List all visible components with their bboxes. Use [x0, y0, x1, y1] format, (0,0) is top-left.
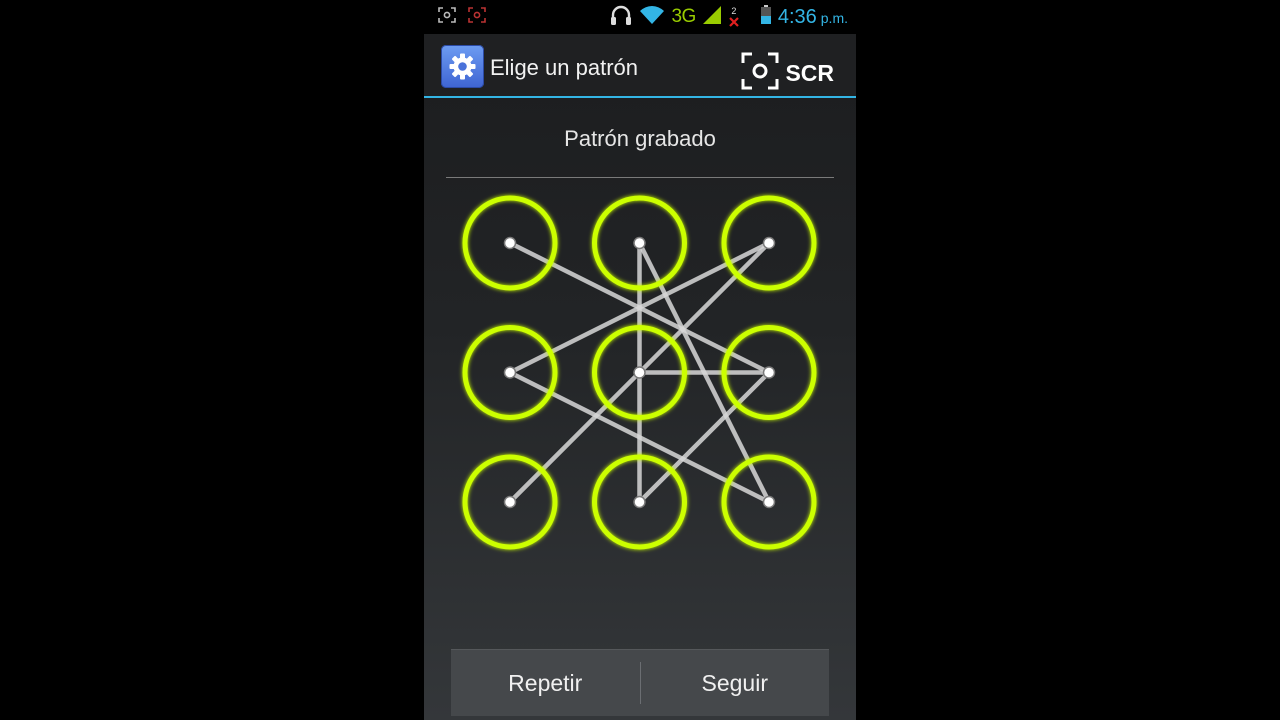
pattern-dot-3[interactable]: [721, 195, 817, 291]
pattern-stroke-2: [637, 370, 772, 505]
pattern-center-5: [633, 366, 646, 379]
pattern-center-9: [762, 495, 776, 509]
button-bar: Repetir Seguir: [451, 649, 829, 716]
continue-button[interactable]: Seguir: [641, 650, 830, 716]
pattern-dot-9[interactable]: [721, 454, 817, 550]
pattern-dot-1[interactable]: [462, 195, 558, 291]
pattern-center-4: [503, 366, 517, 379]
pattern-center-8: [633, 495, 646, 509]
retry-button[interactable]: Repetir: [451, 650, 640, 716]
pattern-center-7: [503, 495, 517, 509]
pattern-center-3: [762, 236, 776, 250]
pattern-dot-4[interactable]: [462, 325, 558, 420]
pattern-dot-7[interactable]: [462, 454, 558, 550]
pattern-center-1: [503, 236, 517, 250]
phone-screen: 3G 2 4:36 p.m. Elige un patrón SCR Patró…: [424, 0, 856, 720]
pattern-center-6: [762, 366, 776, 379]
pattern-lock-grid[interactable]: [424, 0, 856, 720]
pattern-center-2: [633, 236, 646, 250]
